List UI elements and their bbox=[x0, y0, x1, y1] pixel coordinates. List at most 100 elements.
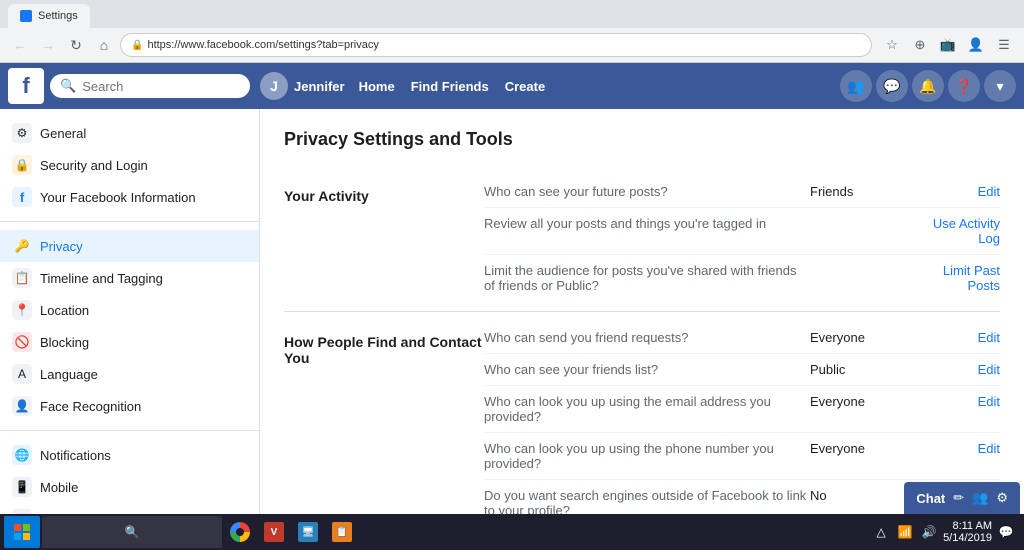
sidebar-label-blocking: Blocking bbox=[40, 335, 89, 350]
clock-time: 8:11 AM bbox=[943, 520, 992, 532]
sidebar-item-facebook-info[interactable]: f Your Facebook Information bbox=[0, 181, 259, 213]
question-search-engines: Do you want search engines outside of Fa… bbox=[484, 488, 810, 515]
row-friends-list: Who can see your friends list? Public Ed… bbox=[484, 354, 1000, 386]
taskbar-volume-icon[interactable]: 🔊 bbox=[919, 522, 939, 542]
search-input[interactable] bbox=[82, 79, 222, 94]
chat-settings-icon[interactable]: ⚙ bbox=[996, 490, 1008, 506]
security-icon: 🔒 bbox=[12, 155, 32, 175]
language-icon: A bbox=[12, 364, 32, 384]
edit-friends-list-link[interactable]: Edit bbox=[978, 362, 1000, 377]
sidebar-item-security[interactable]: 🔒 Security and Login bbox=[0, 149, 259, 181]
taskbar-network-icon[interactable]: 📶 bbox=[895, 522, 915, 542]
main-content: ⚙ General 🔒 Security and Login f Your Fa… bbox=[0, 109, 1024, 515]
limit-past-posts-link[interactable]: Limit Past Posts bbox=[943, 263, 1000, 293]
pocket-button[interactable]: ⊕ bbox=[908, 33, 932, 57]
content-area: Privacy Settings and Tools Your Activity… bbox=[260, 109, 1024, 515]
action-email-lookup: Edit bbox=[920, 394, 1000, 409]
value-future-posts: Friends bbox=[810, 184, 920, 199]
row-future-posts: Who can see your future posts? Friends E… bbox=[484, 176, 1000, 208]
question-friend-requests: Who can send you friend requests? bbox=[484, 330, 810, 345]
messenger-icon[interactable]: 💬 bbox=[876, 70, 908, 102]
value-friend-requests: Everyone bbox=[810, 330, 920, 345]
question-limit-audience: Limit the audience for posts you've shar… bbox=[484, 263, 810, 293]
section-name-your-activity: Your Activity bbox=[284, 176, 484, 301]
mobile-icon: 📱 bbox=[12, 477, 32, 497]
back-button[interactable]: ← bbox=[8, 33, 32, 57]
use-activity-log-link[interactable]: Use Activity Log bbox=[933, 216, 1000, 246]
tab-favicon bbox=[20, 10, 32, 22]
home-button[interactable]: ⌂ bbox=[92, 33, 116, 57]
sidebar-item-blocking[interactable]: 🚫 Blocking bbox=[0, 326, 259, 358]
settings-dropdown-icon[interactable]: ▾ bbox=[984, 70, 1016, 102]
sidebar-divider-1 bbox=[0, 221, 259, 222]
avatar-button[interactable]: 👤 bbox=[964, 33, 988, 57]
taskbar-up-icon[interactable]: △ bbox=[871, 522, 891, 542]
sidebar-item-timeline[interactable]: 📋 Timeline and Tagging bbox=[0, 262, 259, 294]
create-link[interactable]: Create bbox=[505, 79, 545, 94]
edit-email-lookup-link[interactable]: Edit bbox=[978, 394, 1000, 409]
forward-button[interactable]: → bbox=[36, 33, 60, 57]
action-activity-log: Use Activity Log bbox=[920, 216, 1000, 246]
browser-tab[interactable]: Settings bbox=[8, 4, 90, 28]
location-icon: 📍 bbox=[12, 300, 32, 320]
row-friend-requests: Who can send you friend requests? Everyo… bbox=[484, 322, 1000, 354]
question-future-posts: Who can see your future posts? bbox=[484, 184, 810, 199]
sidebar-label-language: Language bbox=[40, 367, 98, 382]
question-friends-list: Who can see your friends list? bbox=[484, 362, 810, 377]
chat-edit-icon[interactable]: ✏ bbox=[953, 490, 964, 506]
your-activity-label: Your Activity bbox=[284, 176, 484, 208]
taskbar-app4[interactable]: 📋 bbox=[326, 516, 358, 548]
address-url: https://www.facebook.com/settings?tab=pr… bbox=[147, 39, 378, 51]
address-bar[interactable]: 🔒 https://www.facebook.com/settings?tab=… bbox=[120, 33, 872, 57]
home-link[interactable]: Home bbox=[359, 79, 395, 94]
cast-button[interactable]: 📺 bbox=[936, 33, 960, 57]
sidebar-label-security: Security and Login bbox=[40, 158, 148, 173]
browser-nav: ← → ↻ ⌂ 🔒 https://www.facebook.com/setti… bbox=[0, 28, 1024, 62]
user-profile[interactable]: J Jennifer bbox=[260, 72, 345, 100]
row-limit-audience: Limit the audience for posts you've shar… bbox=[484, 255, 1000, 301]
chat-bar[interactable]: Chat ✏ 👥 ⚙ bbox=[904, 482, 1020, 514]
taskbar-right: △ 📶 🔊 8:11 AM 5/14/2019 💬 bbox=[871, 520, 1020, 544]
taskbar-app3[interactable]: 🖥 bbox=[292, 516, 324, 548]
action-friends-list: Edit bbox=[920, 362, 1000, 377]
start-button[interactable] bbox=[4, 516, 40, 548]
reload-button[interactable]: ↻ bbox=[64, 33, 88, 57]
taskbar-search[interactable]: 🔍 bbox=[42, 516, 222, 548]
help-icon[interactable]: ❓ bbox=[948, 70, 980, 102]
header-icons: 👥 💬 🔔 ❓ ▾ bbox=[840, 70, 1016, 102]
edit-friend-requests-link[interactable]: Edit bbox=[978, 330, 1000, 345]
user-name: Jennifer bbox=[294, 79, 345, 94]
notifications-icon[interactable]: 🔔 bbox=[912, 70, 944, 102]
edit-future-posts-link[interactable]: Edit bbox=[978, 184, 1000, 199]
browser-tabs-bar: Settings bbox=[0, 0, 1024, 28]
sidebar-item-general[interactable]: ⚙ General bbox=[0, 117, 259, 149]
value-phone-lookup: Everyone bbox=[810, 441, 920, 456]
find-friends-link[interactable]: Find Friends bbox=[411, 79, 489, 94]
taskbar-clock[interactable]: 8:11 AM 5/14/2019 bbox=[943, 520, 992, 544]
search-box[interactable]: 🔍 bbox=[50, 74, 250, 98]
chat-contacts-icon[interactable]: 👥 bbox=[972, 490, 988, 506]
sidebar-item-face-recognition[interactable]: 👤 Face Recognition bbox=[0, 390, 259, 422]
sidebar-label-facebook-info: Your Facebook Information bbox=[40, 190, 196, 205]
row-phone-lookup: Who can look you up using the phone numb… bbox=[484, 433, 1000, 480]
sidebar-label-notifications: Notifications bbox=[40, 448, 111, 463]
taskbar: 🔍 V 🖥 📋 △ 📶 🔊 8:11 AM 5/14/2019 💬 bbox=[0, 514, 1024, 550]
how-people-find-label: How People Find and Contact You bbox=[284, 322, 484, 370]
how-people-find-section: How People Find and Contact You Who can … bbox=[284, 312, 1000, 515]
taskbar-notification-icon[interactable]: 💬 bbox=[996, 522, 1016, 542]
friends-icon[interactable]: 👥 bbox=[840, 70, 872, 102]
menu-button[interactable]: ☰ bbox=[992, 33, 1016, 57]
sidebar-item-language[interactable]: A Language bbox=[0, 358, 259, 390]
sidebar-item-notifications[interactable]: 🌐 Notifications bbox=[0, 439, 259, 471]
sidebar-item-location[interactable]: 📍 Location bbox=[0, 294, 259, 326]
sidebar-label-privacy: Privacy bbox=[40, 239, 83, 254]
edit-phone-lookup-link[interactable]: Edit bbox=[978, 441, 1000, 456]
question-activity-log: Review all your posts and things you're … bbox=[484, 216, 810, 231]
taskbar-chrome[interactable] bbox=[224, 516, 256, 548]
browser-chrome: Settings ← → ↻ ⌂ 🔒 https://www.facebook.… bbox=[0, 0, 1024, 63]
sidebar-item-mobile[interactable]: 📱 Mobile bbox=[0, 471, 259, 503]
sidebar-item-privacy[interactable]: 🔑 Privacy bbox=[0, 230, 259, 262]
general-icon: ⚙ bbox=[12, 123, 32, 143]
bookmark-button[interactable]: ☆ bbox=[880, 33, 904, 57]
taskbar-app2[interactable]: V bbox=[258, 516, 290, 548]
